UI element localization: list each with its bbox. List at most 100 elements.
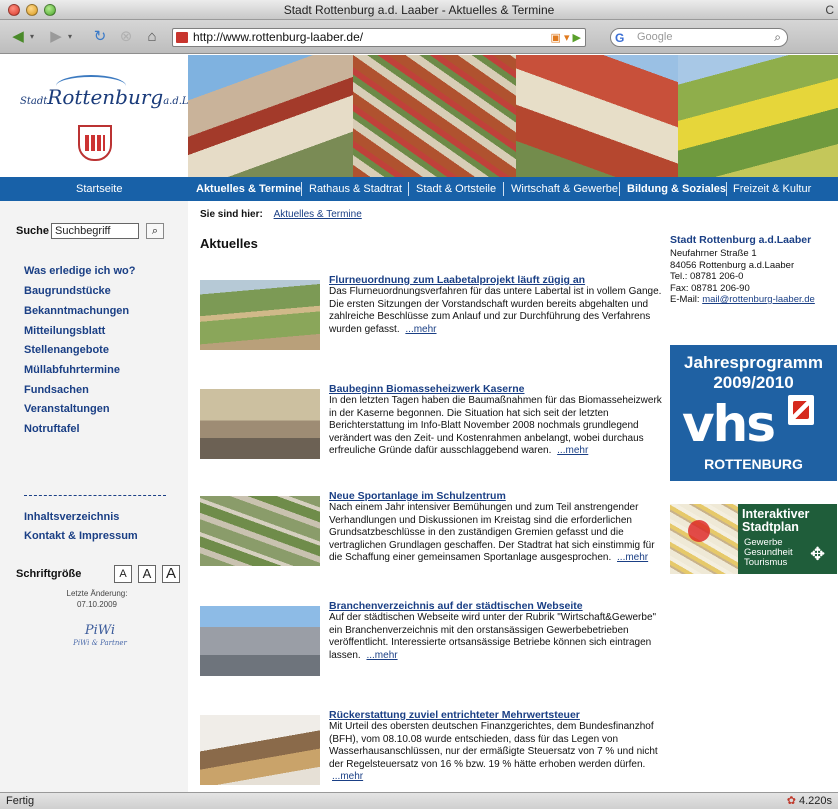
address-bar[interactable]: http://www.rottenburg-laaber.de/ ▣ ▾ ▶ <box>172 28 586 47</box>
site-logo[interactable]: StadtRottenburga.d.Laaber <box>0 55 218 177</box>
article-thumbnail[interactable] <box>200 715 320 785</box>
font-size-small-button[interactable]: A <box>114 565 132 583</box>
map-thumbnail <box>670 504 738 574</box>
sidebar-link-kontakt-impressum[interactable]: Kontakt & Impressum <box>24 530 138 542</box>
minimize-window-button[interactable] <box>26 4 38 16</box>
status-text: Fertig <box>6 795 35 807</box>
sidebar-link-stellenangebote[interactable]: Stellenangebote <box>24 344 109 356</box>
sidebar-link-bekanntmachungen[interactable]: Bekanntmachungen <box>24 305 129 317</box>
vhs-banner-subtitle: ROTTENBURG <box>704 456 803 472</box>
site-search-input[interactable] <box>51 223 139 239</box>
window-title-right: C <box>825 3 834 17</box>
article-title-link[interactable]: Branchenverzeichnis auf der städtischen … <box>329 600 583 612</box>
article-teaser: In den letzten Tagen haben die Baumaßnah… <box>329 395 664 458</box>
partner-logo[interactable]: PiWi PiWi & Partner <box>60 623 140 649</box>
read-more-link[interactable]: ...mehr <box>332 771 363 782</box>
news-article: Neue Sportanlage im Schulzentrum Nach ei… <box>200 490 660 590</box>
left-sidebar: Suche ⌕ Was erledige ich wo? Baugrundstü… <box>0 201 188 792</box>
sidebar-link-veranstaltungen[interactable]: Veranstaltungen <box>24 403 110 415</box>
sidebar-link-baugrundstuecke[interactable]: Baugrundstücke <box>24 285 111 297</box>
article-teaser: Nach einem Jahr intensiver Bemühungen un… <box>329 502 664 565</box>
reload-icon[interactable]: ↻ <box>90 27 110 47</box>
search-icon: ⌕ <box>151 225 159 237</box>
header-photo-church <box>516 55 678 177</box>
city-map-categories: Gewerbe Gesundheit Tourismus <box>744 538 793 568</box>
web-search-field[interactable]: G Google ⌕ <box>610 28 788 47</box>
addon-icon[interactable]: ✿ <box>787 795 796 807</box>
article-title-link[interactable]: Flurneuordnung zum Laabetalprojekt läuft… <box>329 274 585 286</box>
nav-wirtschaft-gewerbe[interactable]: Wirtschaft & Gewerbe <box>511 177 618 201</box>
sidebar-divider <box>24 495 166 496</box>
city-map-title-2: Stadtplan <box>742 520 799 534</box>
nav-freizeit-kultur[interactable]: Freizeit & Kultur <box>733 177 811 201</box>
last-change-info: Letzte Änderung: 07.10.2009 <box>52 588 142 610</box>
font-size-large-button[interactable]: A <box>162 565 180 583</box>
article-thumbnail[interactable] <box>200 280 320 350</box>
article-text: Mit Urteil des obersten deutschen Finanz… <box>329 721 658 770</box>
close-window-button[interactable] <box>8 4 20 16</box>
article-text: Nach einem Jahr intensiver Bemühungen un… <box>329 502 655 563</box>
back-arrow-icon[interactable]: ◀ <box>8 27 28 47</box>
article-title-link[interactable]: Neue Sportanlage im Schulzentrum <box>329 490 506 502</box>
news-article: Flurneuordnung zum Laabetalprojekt läuft… <box>200 274 662 364</box>
browser-status-bar: Fertig ✿ 4.220s <box>0 792 838 809</box>
last-change-label: Letzte Änderung: <box>66 589 128 598</box>
google-engine-icon[interactable]: G <box>615 30 624 47</box>
font-size-medium-button[interactable]: A <box>138 565 156 583</box>
browser-toolbar: ◀ ▾ ▶ ▾ ↻ ⊗ ⌂ http://www.rottenburg-laab… <box>0 20 838 54</box>
city-map-heading: Interaktiver Stadtplan <box>742 508 809 534</box>
sidebar-link-fundsachen[interactable]: Fundsachen <box>24 384 89 396</box>
sidebar-link-mitteilungsblatt[interactable]: Mitteilungsblatt <box>24 325 105 337</box>
partner-logo-mark: PiWi <box>84 623 116 638</box>
city-map-banner[interactable]: Interaktiver Stadtplan Gewerbe Gesundhei… <box>670 504 837 574</box>
nav-startseite[interactable]: Startseite <box>76 177 122 201</box>
read-more-link[interactable]: ...mehr <box>557 445 588 456</box>
forward-arrow-icon[interactable]: ▶ <box>46 27 66 47</box>
article-thumbnail[interactable] <box>200 496 320 566</box>
web-search-placeholder: Google <box>637 31 673 43</box>
stop-icon[interactable]: ⊗ <box>116 27 136 47</box>
article-title-link[interactable]: Rückerstattung zuviel entrichteter Mehrw… <box>329 709 580 721</box>
article-teaser: Auf der städtischen Webseite wird unter … <box>329 612 664 662</box>
sidebar-link-muellabfuhrtermine[interactable]: Müllabfuhrtermine <box>24 364 120 376</box>
read-more-link[interactable]: ...mehr <box>617 552 648 563</box>
web-page: StadtRottenburga.d.Laaber Startseite Akt… <box>0 55 838 792</box>
coat-of-arms-icon <box>78 125 112 161</box>
forward-history-dropdown-icon[interactable]: ▾ <box>68 32 72 41</box>
header-photo-aerial-town <box>353 55 516 177</box>
breadcrumb-link[interactable]: Aktuelles & Termine <box>274 209 362 220</box>
compass-icon: ✥ <box>810 544 826 564</box>
search-label: Suche <box>16 225 50 237</box>
vhs-program-banner[interactable]: Jahresprogramm 2009/2010 vhs ROTTENBURG <box>670 345 837 481</box>
main-navigation: Startseite Aktuelles & Termine Rathaus &… <box>0 177 838 201</box>
email-link[interactable]: mail@rottenburg-laaber.de <box>702 294 815 305</box>
article-thumbnail[interactable] <box>200 606 320 676</box>
home-icon[interactable]: ⌂ <box>142 27 162 47</box>
nav-stadt-ortsteile[interactable]: Stadt & Ortsteile <box>416 177 496 201</box>
nav-aktuelles-termine[interactable]: Aktuelles & Termine <box>196 177 301 201</box>
sidebar-link-notruftafel[interactable]: Notruftafel <box>24 423 80 435</box>
breadcrumb: Sie sind hier: Aktuelles & Termine <box>200 209 362 220</box>
url-text: http://www.rottenburg-laaber.de/ <box>193 30 364 44</box>
address-title: Stadt Rottenburg a.d.Laaber <box>670 234 812 246</box>
sidebar-link-was-erledige-ich-wo[interactable]: Was erledige ich wo? <box>24 265 135 277</box>
rss-feed-icon[interactable]: ▣ ▾ ▶ <box>551 30 582 47</box>
nav-bildung-soziales[interactable]: Bildung & Soziales <box>627 177 726 201</box>
back-history-dropdown-icon[interactable]: ▾ <box>30 32 34 41</box>
article-thumbnail[interactable] <box>200 389 320 459</box>
article-title-link[interactable]: Baubeginn Biomasseheizwerk Kaserne <box>329 383 525 395</box>
nav-rathaus-stadtrat[interactable]: Rathaus & Stadtrat <box>309 177 402 201</box>
address-fax: Fax: 08781 206-90 <box>670 282 750 294</box>
sidebar-link-inhaltsverzeichnis[interactable]: Inhaltsverzeichnis <box>24 511 119 523</box>
news-article: Rückerstattung zuviel entrichteter Mehrw… <box>200 709 660 792</box>
address-phone: Tel.: 08781 206-0 <box>670 271 744 282</box>
zoom-window-button[interactable] <box>44 4 56 16</box>
read-more-link[interactable]: ...mehr <box>366 650 397 661</box>
article-text: Das Flurneuordnungsverfahren für das unt… <box>329 286 662 335</box>
search-magnifier-icon[interactable]: ⌕ <box>774 29 781 46</box>
window-title: Stadt Rottenburg a.d. Laaber - Aktuelles… <box>283 3 555 17</box>
search-button[interactable]: ⌕ <box>146 223 164 239</box>
partner-logo-subtitle: PiWi & Partner <box>73 639 127 647</box>
read-more-link[interactable]: ...mehr <box>405 324 436 335</box>
pdf-icon <box>788 395 814 425</box>
